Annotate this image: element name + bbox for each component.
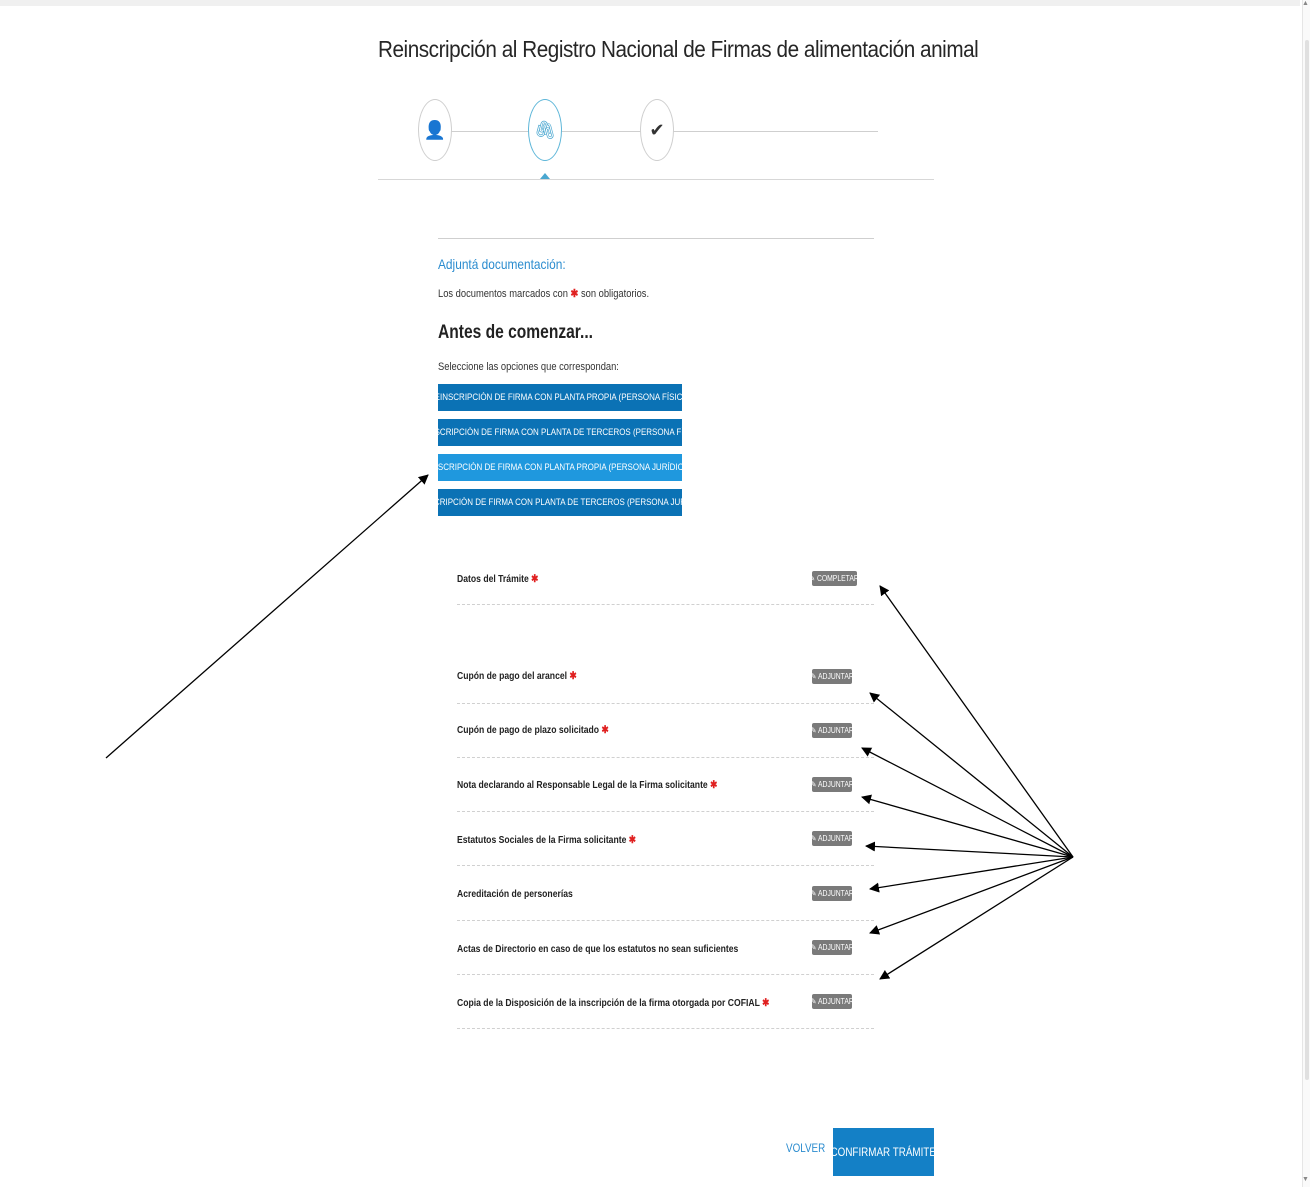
document-row-divider <box>457 864 874 866</box>
button-label: ✎ ADJUNTAR <box>810 997 854 1006</box>
attach-button[interactable]: ✎ ADJUNTAR <box>810 723 854 738</box>
step-user[interactable]: 👤 <box>418 99 452 161</box>
option-planta-terceros-fisica[interactable]: REINSCRIPCIÓN DE FIRMA CON PLANTA DE TER… <box>438 419 682 446</box>
attach-subtitle: Adjuntá documentación: <box>438 256 566 272</box>
stepper-divider <box>378 179 934 180</box>
required-mark-icon: ✱ <box>762 997 770 1009</box>
hint-text-start: Los documentos marcados con <box>438 288 571 300</box>
attach-button[interactable]: ✎ ADJUNTAR <box>810 886 854 901</box>
annotation-arrow <box>869 856 1074 935</box>
attach-button[interactable]: ✎ ADJUNTAR <box>810 940 854 955</box>
document-label: Estatutos Sociales de la Firma solicitan… <box>457 834 636 846</box>
document-name: Cupón de pago del arancel <box>457 670 568 682</box>
required-mark-icon: ✱ <box>569 670 577 682</box>
annotation-arrow <box>861 794 1074 858</box>
hint-text-end: son obligatorios. <box>578 288 650 300</box>
attach-button[interactable]: ✎ ADJUNTAR <box>810 669 854 684</box>
option-planta-terceros-juridica[interactable]: REINSCRIPCIÓN DE FIRMA CON PLANTA DE TER… <box>438 489 682 516</box>
document-row-divider <box>457 919 874 921</box>
button-label: ✎ ADJUNTAR <box>810 780 854 789</box>
option-label: REINSCRIPCIÓN DE FIRMA CON PLANTA PROPIA… <box>438 462 682 473</box>
document-name: Nota declarando al Responsable Legal de … <box>457 779 708 791</box>
section-divider <box>438 238 874 239</box>
required-mark-icon: ✱ <box>710 779 718 791</box>
checkmark-icon: ✔ <box>649 119 665 140</box>
paperclip-icon: 🖇 <box>533 119 557 140</box>
active-step-caret-icon <box>540 173 550 179</box>
document-label: Copia de la Disposición de la inscripció… <box>457 997 769 1009</box>
option-planta-propia-juridica[interactable]: REINSCRIPCIÓN DE FIRMA CON PLANTA PROPIA… <box>438 454 682 481</box>
document-row-divider <box>457 756 874 758</box>
document-label: Actas de Directorio en caso de que los e… <box>457 943 738 955</box>
option-label: REINSCRIPCIÓN DE FIRMA CON PLANTA DE TER… <box>438 427 682 438</box>
document-row-divider <box>457 702 874 704</box>
browser-top-bar <box>0 0 1300 6</box>
select-options-label: Seleccione las opciones que correspondan… <box>438 361 619 373</box>
required-mark-icon: ✱ <box>570 288 579 300</box>
attach-button[interactable]: ✎ ADJUNTAR <box>810 994 854 1009</box>
required-mark-icon: ✱ <box>531 573 539 585</box>
document-label: Datos del Trámite ✱ <box>457 573 538 585</box>
annotation-arrow <box>865 841 1074 858</box>
scrollbar-thumb[interactable] <box>1305 40 1309 1080</box>
annotation-arrow <box>105 474 429 759</box>
document-name: Copia de la Disposición de la inscripció… <box>457 997 760 1009</box>
document-name: Estatutos Sociales de la Firma solicitan… <box>457 834 627 846</box>
attach-button[interactable]: ✎ ADJUNTAR <box>810 777 854 792</box>
page-title: Reinscripción al Registro Nacional de Fi… <box>378 36 979 62</box>
attach-button[interactable]: ✎ ADJUNTAR <box>810 831 854 846</box>
document-name: Actas de Directorio en caso de que los e… <box>457 943 739 955</box>
annotation-arrow <box>879 585 1074 858</box>
document-name: Cupón de pago de plazo solicitado <box>457 724 600 736</box>
user-icon: 👤 <box>423 119 447 140</box>
annotation-arrow <box>879 856 1074 980</box>
required-mark-icon: ✱ <box>601 724 609 736</box>
back-button[interactable]: VOLVER <box>786 1141 825 1155</box>
button-label: ✎ ADJUNTAR <box>810 889 854 898</box>
step-documents[interactable]: 🖇 <box>528 99 562 161</box>
option-label: REINSCRIPCIÓN DE FIRMA CON PLANTA DE TER… <box>438 497 682 508</box>
option-label: REINSCRIPCIÓN DE FIRMA CON PLANTA PROPIA… <box>438 392 682 403</box>
section-heading: Antes de comenzar... <box>438 322 593 343</box>
complete-button[interactable]: ✎ COMPLETAR <box>809 571 860 586</box>
scroll-up-arrow-icon[interactable]: ▲ <box>1302 0 1309 7</box>
button-label: ✎ ADJUNTAR <box>810 834 854 843</box>
document-label: Nota declarando al Responsable Legal de … <box>457 779 717 791</box>
document-row-divider <box>457 603 874 605</box>
confirm-button[interactable]: CONFIRMAR TRÁMITE <box>830 1128 937 1176</box>
button-label: ✎ COMPLETAR <box>809 574 860 583</box>
button-label: ✎ ADJUNTAR <box>810 943 854 952</box>
annotation-arrow <box>861 747 1074 858</box>
annotation-arrow <box>869 692 1074 858</box>
document-row-divider <box>457 1027 874 1029</box>
required-hint: Los documentos marcados con ✱ son obliga… <box>438 287 649 300</box>
document-label: Cupón de pago de plazo solicitado ✱ <box>457 724 609 736</box>
document-row-divider <box>457 973 874 975</box>
document-label: Cupón de pago del arancel ✱ <box>457 670 577 682</box>
document-name: Acreditación de personerías <box>457 888 573 900</box>
button-label: ✎ ADJUNTAR <box>810 726 854 735</box>
button-label: ✎ ADJUNTAR <box>810 672 854 681</box>
document-name: Datos del Trámite <box>457 573 529 585</box>
document-label: Acreditación de personerías <box>457 888 573 900</box>
step-confirm[interactable]: ✔ <box>640 99 674 161</box>
annotation-arrow <box>869 856 1074 893</box>
scroll-down-arrow-icon[interactable]: ▼ <box>1302 1176 1309 1183</box>
option-planta-propia-fisica[interactable]: REINSCRIPCIÓN DE FIRMA CON PLANTA PROPIA… <box>438 384 682 411</box>
button-label: CONFIRMAR TRÁMITE <box>830 1145 937 1159</box>
document-row-divider <box>457 810 874 812</box>
required-mark-icon: ✱ <box>628 834 637 846</box>
